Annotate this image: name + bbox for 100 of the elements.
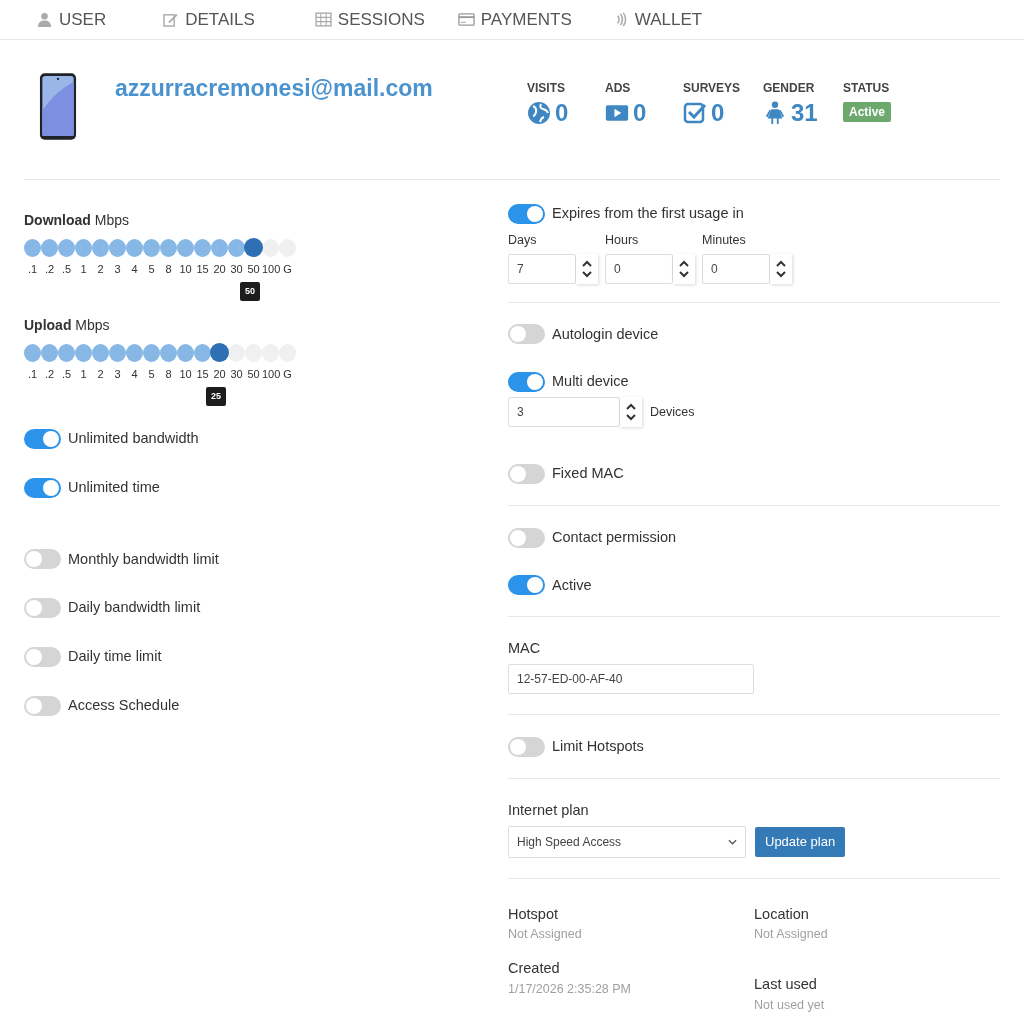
tick-label: 15 xyxy=(195,367,210,382)
plan-select[interactable]: High Speed Access xyxy=(508,825,746,858)
toggle-switch[interactable] xyxy=(24,428,61,449)
credit-card-icon xyxy=(457,12,475,27)
info-value: Not used yet xyxy=(754,996,826,1014)
info-label: Location xyxy=(754,904,810,924)
table-icon xyxy=(314,12,332,27)
field-label: Internet plan xyxy=(508,800,590,820)
tick-label: 10 xyxy=(178,367,193,382)
toggle-label: Limit Hotspots xyxy=(552,737,644,756)
edit-icon xyxy=(162,12,180,27)
toggle-label: Active xyxy=(552,575,592,595)
tick-label: 4 xyxy=(130,367,139,382)
number-field[interactable]: 7 xyxy=(508,253,576,284)
tick-label: 4 xyxy=(130,262,139,277)
number-field[interactable]: 0 xyxy=(702,253,770,284)
slider-label: Download Mbps xyxy=(24,211,130,230)
tick-label: 2 xyxy=(96,367,105,382)
toggle-label: Multi device xyxy=(552,372,629,392)
toggle-switch[interactable] xyxy=(24,695,61,716)
toggle-label: Access Schedule xyxy=(68,695,180,715)
info-value: Not Assigned xyxy=(754,926,829,944)
toggle-switch[interactable] xyxy=(508,372,545,393)
tick-label: 15 xyxy=(195,262,210,277)
stat-label: VISITS xyxy=(526,80,566,97)
field-label: Days xyxy=(508,231,538,249)
tick-label: .1 xyxy=(26,262,39,277)
speed-slider[interactable] xyxy=(24,344,296,362)
mac-field[interactable]: 12-57-ED-00-AF-40 xyxy=(508,664,754,694)
toggle-switch[interactable] xyxy=(508,203,545,224)
toggle-label: Unlimited time xyxy=(68,477,160,497)
tick-label: .5 xyxy=(60,367,73,382)
nav-tab[interactable]: USER xyxy=(36,6,107,33)
info-label: Created xyxy=(508,959,561,978)
toggle-switch[interactable] xyxy=(508,527,545,548)
toggle-label: Expires from the first usage in xyxy=(552,204,744,223)
tick-label: 8 xyxy=(164,367,173,382)
tick-label: G xyxy=(282,367,293,382)
tick-label: 20 xyxy=(212,262,227,277)
globe-icon xyxy=(526,101,551,125)
stat-label: SURVEYS xyxy=(682,80,742,97)
tick-label: .5 xyxy=(60,262,73,277)
slider-label: Upload Mbps xyxy=(24,316,111,335)
tick-label: 5 xyxy=(147,367,156,382)
toggle-switch[interactable] xyxy=(24,549,61,570)
toggle-label: Contact permission xyxy=(552,527,677,547)
nav-tab[interactable]: PAYMENTS xyxy=(457,6,572,33)
toggle-label: Daily time limit xyxy=(68,647,162,666)
value-tooltip: 25 xyxy=(206,386,226,406)
tick-label: 100 xyxy=(262,262,279,277)
user-icon xyxy=(36,12,53,27)
slider-thumb[interactable] xyxy=(244,238,263,257)
value-tooltip: 50 xyxy=(240,281,260,301)
toggle-switch[interactable] xyxy=(508,463,545,484)
stat-label: GENDER xyxy=(762,80,816,97)
info-label: Hotspot xyxy=(508,904,559,924)
nav-tab[interactable]: SESSIONS xyxy=(314,6,425,33)
toggle-switch[interactable] xyxy=(24,598,61,619)
nav-tab[interactable]: WALLET xyxy=(611,6,703,33)
toggle-label: Fixed MAC xyxy=(552,464,624,483)
info-value: 1/17/2026 2:35:28 PM xyxy=(508,980,632,998)
toggle-label: Autologin device xyxy=(552,324,659,344)
tick-label: 10 xyxy=(178,262,193,277)
toggle-label: Monthly bandwidth limit xyxy=(68,549,219,569)
number-field[interactable]: 3 xyxy=(508,397,620,427)
tick-label: .2 xyxy=(43,367,56,382)
tick-label: 3 xyxy=(113,367,122,382)
unit-label: Devices xyxy=(650,403,695,421)
speed-slider[interactable] xyxy=(24,239,296,257)
toggle-switch[interactable] xyxy=(24,477,61,498)
tick-label: 20 xyxy=(212,367,227,382)
update-plan-button[interactable]: Update plan xyxy=(755,826,846,857)
tick-label: 50 xyxy=(246,367,261,382)
number-field[interactable]: 0 xyxy=(605,253,673,284)
tick-label: 2 xyxy=(96,262,105,277)
email-address: azzurracremonesi@mail.com xyxy=(115,74,433,103)
field-label: MAC xyxy=(508,639,542,659)
toggle-switch[interactable] xyxy=(508,324,545,345)
toggle-label: Unlimited bandwidth xyxy=(68,429,199,448)
caret-icon xyxy=(728,838,737,845)
field-label: Minutes xyxy=(702,231,747,249)
stat-label: STATUS xyxy=(842,80,891,97)
field-label: Hours xyxy=(605,231,640,249)
toggle-switch[interactable] xyxy=(508,736,545,757)
stat-value: 31 xyxy=(790,101,818,125)
tick-label: 1 xyxy=(79,262,88,277)
toggle-switch[interactable] xyxy=(24,646,61,667)
tick-label: 8 xyxy=(164,262,173,277)
tick-label: 100 xyxy=(262,367,279,382)
stat-value: 0 xyxy=(632,101,647,125)
tick-label: .1 xyxy=(26,367,39,382)
tick-label: 5 xyxy=(147,262,156,277)
toggle-switch[interactable] xyxy=(508,575,545,596)
info-label: Last used xyxy=(754,975,818,994)
tick-label: 50 xyxy=(246,262,261,277)
nav-tab[interactable]: DETAILS xyxy=(162,6,255,33)
tick-label: 30 xyxy=(229,367,244,382)
status-badge: Active xyxy=(842,102,891,122)
stat-label: ADS xyxy=(604,80,632,97)
slider-thumb[interactable] xyxy=(210,343,229,362)
